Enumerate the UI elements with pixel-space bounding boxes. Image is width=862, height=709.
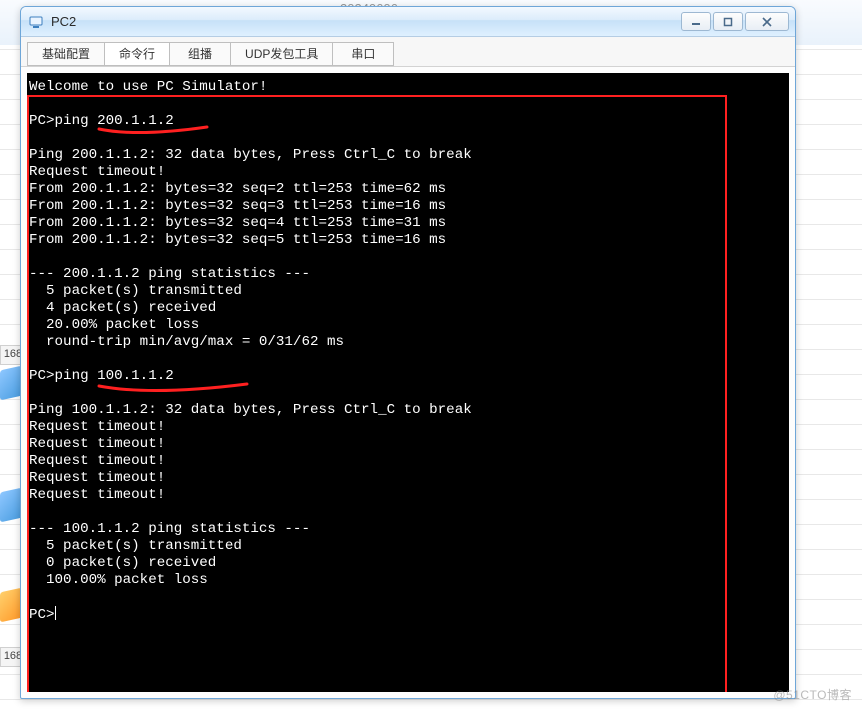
terminal-output[interactable]: Welcome to use PC Simulator! PC>ping 200… [27,73,789,630]
tab-basic-config[interactable]: 基础配置 [27,42,105,66]
tab-label: 组播 [188,45,212,62]
pc-simulator-window: PC2 基础配置 命令行 组播 UDP发包工具 串口 Welcome to us… [20,6,796,699]
terminal-area[interactable]: Welcome to use PC Simulator! PC>ping 200… [27,73,789,692]
tab-udp-tool[interactable]: UDP发包工具 [230,42,333,66]
tab-serial[interactable]: 串口 [332,42,394,66]
tab-label: 命令行 [119,45,155,62]
window-title: PC2 [51,14,679,29]
watermark: @51CTO博客 [773,686,852,703]
close-button[interactable] [745,12,789,31]
tab-multicast[interactable]: 组播 [169,42,231,66]
titlebar[interactable]: PC2 [21,7,795,37]
tab-bar: 基础配置 命令行 组播 UDP发包工具 串口 [21,37,795,67]
tab-label: UDP发包工具 [245,45,318,62]
app-icon [29,14,45,30]
device-icon-blue [0,488,22,523]
device-icon-orange [0,588,22,623]
terminal-cursor [55,606,56,620]
device-icon-blue [0,366,22,401]
minimize-button[interactable] [681,12,711,31]
tab-label: 串口 [351,45,375,62]
tab-label: 基础配置 [42,45,90,62]
tab-command-line[interactable]: 命令行 [104,42,170,66]
maximize-button[interactable] [713,12,743,31]
